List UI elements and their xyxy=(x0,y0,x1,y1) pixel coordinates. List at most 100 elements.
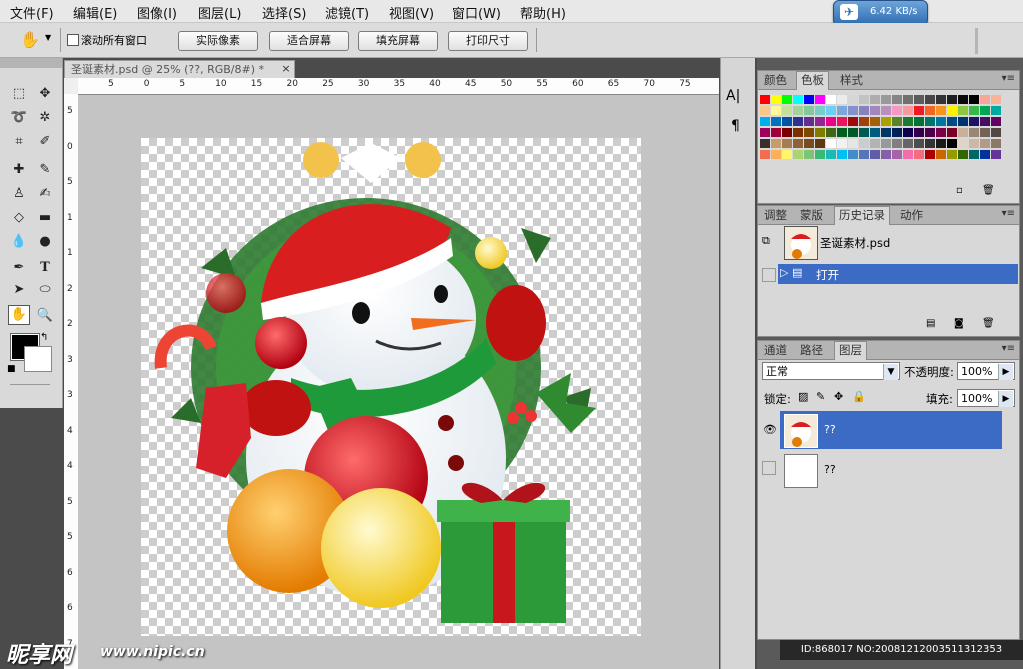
color-swatch[interactable] xyxy=(991,106,1001,115)
color-swatch[interactable] xyxy=(870,139,880,148)
color-swatch[interactable] xyxy=(870,95,880,104)
color-swatch[interactable] xyxy=(947,139,957,148)
color-swatch[interactable] xyxy=(782,150,792,159)
color-swatch[interactable] xyxy=(958,128,968,137)
color-swatch[interactable] xyxy=(914,139,924,148)
color-swatch[interactable] xyxy=(771,128,781,137)
lock-position-icon[interactable]: ✥ xyxy=(834,390,843,403)
color-swatch[interactable] xyxy=(947,95,957,104)
path-selection-icon[interactable]: ➤ xyxy=(8,280,30,300)
color-swatch[interactable] xyxy=(958,106,968,115)
color-swatch[interactable] xyxy=(892,139,902,148)
tab-swatches[interactable]: 色板 xyxy=(796,71,829,90)
color-swatch[interactable] xyxy=(793,150,803,159)
menu-edit[interactable]: 编辑(E) xyxy=(73,3,117,22)
color-swatch[interactable] xyxy=(782,106,792,115)
color-swatch[interactable] xyxy=(892,117,902,126)
color-swatch[interactable] xyxy=(804,117,814,126)
fill-field[interactable]: 100% ▶ xyxy=(957,389,1015,407)
color-swatch[interactable] xyxy=(914,95,924,104)
menu-file[interactable]: 文件(F) xyxy=(10,3,54,22)
color-swatch[interactable] xyxy=(958,139,968,148)
vertical-ruler[interactable]: 5051122334455667 xyxy=(64,94,79,669)
lasso-icon[interactable]: ➰ xyxy=(8,108,30,128)
blur-icon[interactable]: 💧 xyxy=(8,232,30,252)
color-swatch[interactable] xyxy=(914,150,924,159)
color-swatch[interactable] xyxy=(815,150,825,159)
color-swatch[interactable] xyxy=(804,128,814,137)
color-swatch[interactable] xyxy=(793,95,803,104)
color-swatch[interactable] xyxy=(760,128,770,137)
opacity-field[interactable]: 100% ▶ xyxy=(957,362,1015,380)
color-swatch[interactable] xyxy=(980,106,990,115)
menu-layer[interactable]: 图层(L) xyxy=(198,3,241,22)
color-swatch[interactable] xyxy=(760,117,770,126)
color-swatch[interactable] xyxy=(936,117,946,126)
eye-icon[interactable]: 👁 xyxy=(763,423,777,436)
clone-stamp-icon[interactable]: ♙ xyxy=(8,184,30,204)
tab-actions[interactable]: 动作 xyxy=(896,207,927,224)
color-swatch[interactable] xyxy=(958,95,968,104)
tab-masks[interactable]: 蒙版 xyxy=(796,207,827,224)
color-swatch[interactable] xyxy=(804,150,814,159)
color-swatch[interactable] xyxy=(980,128,990,137)
history-snapshot-label[interactable]: 圣诞素材.psd xyxy=(820,235,890,251)
new-swatch-icon[interactable]: ▫ xyxy=(956,185,963,196)
color-swatch[interactable] xyxy=(793,139,803,148)
color-swatch[interactable] xyxy=(826,106,836,115)
color-swatch[interactable] xyxy=(804,106,814,115)
color-swatch[interactable] xyxy=(760,95,770,104)
color-swatch[interactable] xyxy=(947,128,957,137)
color-swatch[interactable] xyxy=(837,106,847,115)
fill-screen-button[interactable]: 填充屏幕 xyxy=(358,31,438,51)
color-swatch[interactable] xyxy=(848,128,858,137)
menu-help[interactable]: 帮助(H) xyxy=(520,3,566,22)
color-swatch[interactable] xyxy=(870,106,880,115)
color-swatch[interactable] xyxy=(925,150,935,159)
color-swatch[interactable] xyxy=(892,128,902,137)
tab-layers[interactable]: 图层 xyxy=(834,341,867,360)
color-swatch[interactable] xyxy=(925,139,935,148)
color-swatch[interactable] xyxy=(925,95,935,104)
color-swatch[interactable] xyxy=(925,117,935,126)
color-swatch[interactable] xyxy=(782,139,792,148)
crop-icon[interactable]: ⌗ xyxy=(8,132,30,152)
swatch-grid[interactable] xyxy=(760,92,1004,178)
color-swatch[interactable] xyxy=(870,150,880,159)
lock-transparency-icon[interactable]: ▨ xyxy=(798,390,808,403)
menu-view[interactable]: 视图(V) xyxy=(389,3,434,22)
lock-all-icon[interactable]: 🔒 xyxy=(852,390,866,403)
document-tab[interactable]: 圣诞素材.psd @ 25% (??, RGB/8#) * xyxy=(64,60,295,78)
menu-window[interactable]: 窗口(W) xyxy=(452,3,501,22)
fit-screen-button[interactable]: 适合屏幕 xyxy=(269,31,349,51)
color-swatch[interactable] xyxy=(826,95,836,104)
color-swatch[interactable] xyxy=(969,128,979,137)
color-swatch[interactable] xyxy=(804,139,814,148)
color-swatch[interactable] xyxy=(903,128,913,137)
history-brush-icon[interactable]: ✍ xyxy=(34,184,56,204)
zoom-icon[interactable]: 🔍 xyxy=(34,306,56,326)
color-swatch[interactable] xyxy=(903,150,913,159)
color-swatch[interactable] xyxy=(826,117,836,126)
color-swatch[interactable] xyxy=(870,117,880,126)
color-swatch[interactable] xyxy=(936,128,946,137)
color-swatch[interactable] xyxy=(793,106,803,115)
color-swatch[interactable] xyxy=(771,106,781,115)
color-swatch[interactable] xyxy=(815,95,825,104)
color-swatch[interactable] xyxy=(892,106,902,115)
color-swatch[interactable] xyxy=(892,95,902,104)
color-swatch[interactable] xyxy=(815,117,825,126)
character-panel-icon[interactable]: A| xyxy=(726,88,740,104)
color-swatch[interactable] xyxy=(826,128,836,137)
shape-icon[interactable]: ⬭ xyxy=(34,280,56,300)
background-color[interactable] xyxy=(24,346,52,372)
type-icon[interactable]: T xyxy=(34,258,56,278)
horizontal-ruler[interactable]: 5 0 5 10 15 20 25 30 35 40 45 50 55 60 65 70 75 xyxy=(78,78,719,95)
color-swatch[interactable] xyxy=(881,128,891,137)
color-swatch[interactable] xyxy=(991,139,1001,148)
color-swatch[interactable] xyxy=(848,106,858,115)
color-swatch[interactable] xyxy=(881,106,891,115)
color-swatch[interactable] xyxy=(980,117,990,126)
color-swatch[interactable] xyxy=(881,117,891,126)
dodge-icon[interactable]: ● xyxy=(34,232,56,252)
